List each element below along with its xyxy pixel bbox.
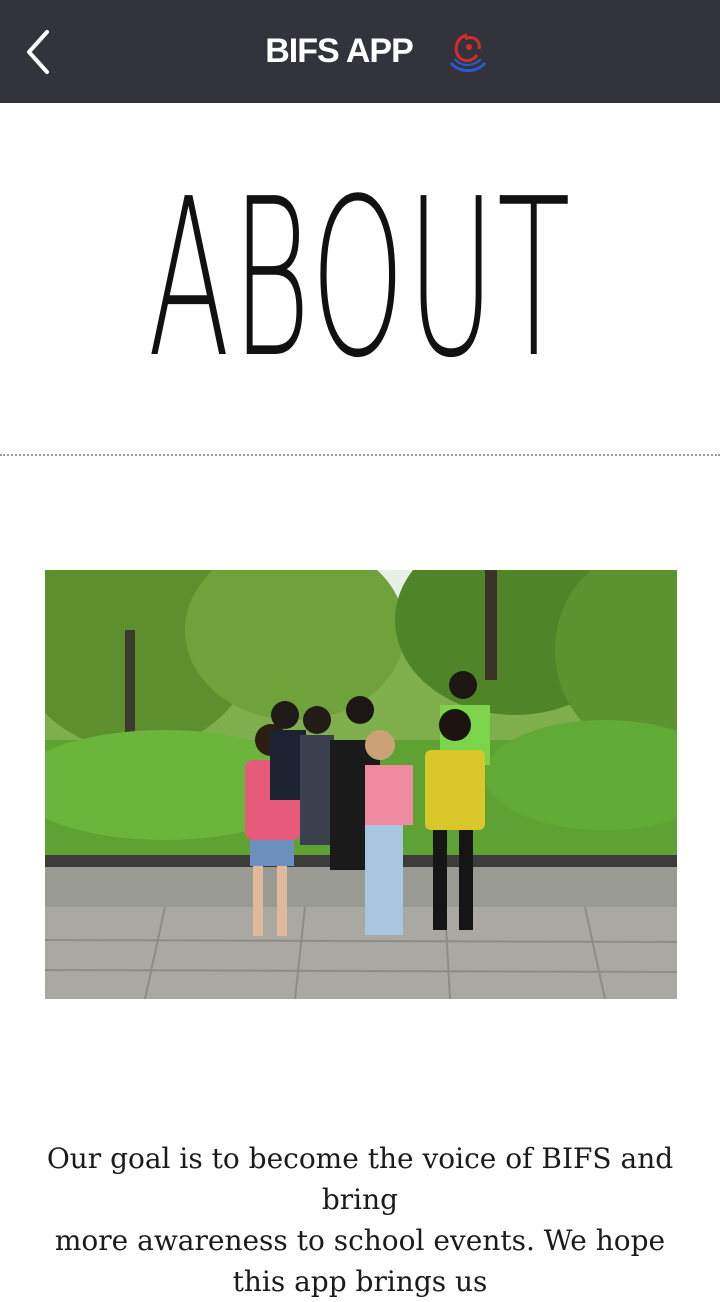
divider (0, 454, 720, 456)
about-heading-text: ABOUT (147, 153, 573, 406)
about-body-text: Our goal is to become the voice of BIFS … (46, 1142, 674, 1298)
app-title: BIFS APP (265, 32, 414, 70)
page-title: ABOUT (0, 160, 720, 400)
back-button[interactable] (14, 24, 62, 80)
app-header: BIFS APP (0, 0, 720, 103)
group-photo (45, 570, 677, 999)
bifs-logo-icon (449, 33, 486, 72)
chevron-left-icon (27, 30, 49, 74)
group-photo-image (45, 570, 677, 999)
